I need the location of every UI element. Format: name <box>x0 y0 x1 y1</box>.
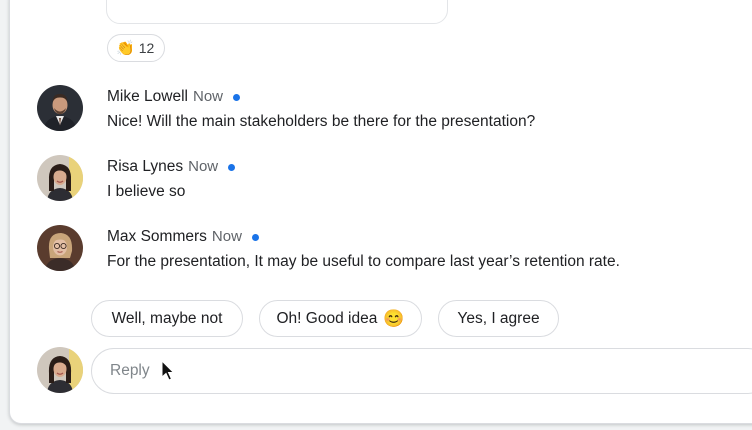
message-item: Max Sommers Now For the presentation, It… <box>37 225 620 272</box>
mouse-pointer-icon <box>161 360 175 381</box>
smiling-face-icon: 😊 <box>383 309 405 328</box>
message-time: Now <box>192 88 223 105</box>
smart-reply-chip[interactable]: Well, maybe not <box>91 300 243 337</box>
smart-reply-chip[interactable]: Oh! Good idea 😊 <box>259 300 422 337</box>
smart-reply-chip[interactable]: Yes, I agree <box>438 300 559 337</box>
smart-reply-label: Well, maybe not <box>111 309 223 327</box>
unread-dot-icon <box>228 163 236 171</box>
message-text: Nice! Will the main stakeholders be ther… <box>107 113 536 130</box>
avatar[interactable] <box>37 225 83 271</box>
clapping-hands-icon: 👏 <box>116 39 135 57</box>
unread-dot-icon <box>251 233 259 241</box>
previous-message-bubble <box>106 0 448 24</box>
message-item: Mike Lowell Now Nice! Will the main stak… <box>37 85 535 132</box>
sender-name: Max Sommers <box>107 228 207 245</box>
reaction-count: 12 <box>138 40 155 56</box>
current-user-avatar <box>37 347 83 393</box>
reaction-chip[interactable]: 👏 12 <box>107 34 166 62</box>
message-text: I believe so <box>107 183 186 200</box>
avatar[interactable] <box>37 155 83 201</box>
unread-dot-icon <box>233 93 240 101</box>
message-text: For the presentation, It may be useful t… <box>107 253 620 270</box>
sender-name: Mike Lowell <box>107 88 188 105</box>
avatar[interactable] <box>37 85 83 131</box>
reply-input[interactable] <box>108 361 712 381</box>
message-item: Risa Lynes Now I believe so <box>37 155 236 202</box>
smart-reply-label: Oh! Good idea <box>276 309 378 327</box>
smart-reply-label: Yes, I agree <box>457 309 540 327</box>
reply-field[interactable] <box>91 348 752 394</box>
message-time: Now <box>188 158 219 175</box>
sender-name: Risa Lynes <box>107 158 184 175</box>
message-time: Now <box>211 228 242 245</box>
